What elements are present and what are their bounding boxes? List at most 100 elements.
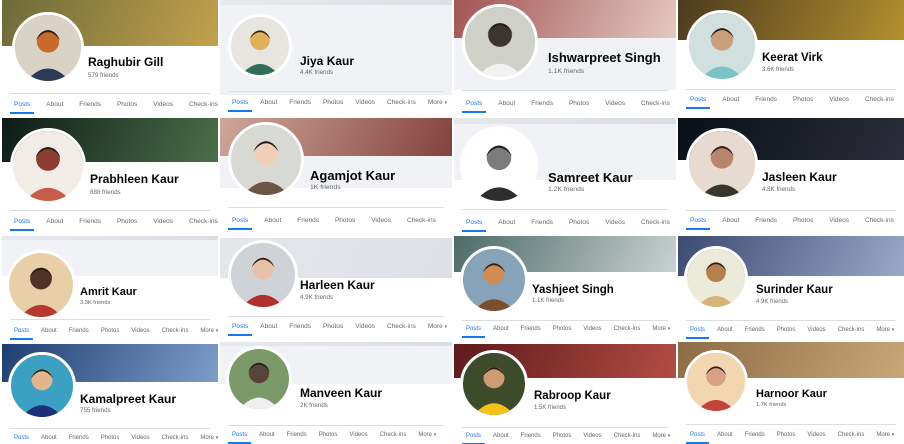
profile-avatar[interactable]	[684, 246, 748, 310]
tab-check-ins[interactable]: Check-ins	[162, 328, 189, 334]
friend-count[interactable]: 4.9K friends	[756, 299, 788, 305]
profile-name[interactable]: Samreet Kaur	[548, 170, 633, 185]
friend-count[interactable]: 1.1K friends	[548, 68, 584, 75]
profile-avatar[interactable]	[462, 4, 538, 80]
tab-about[interactable]: About	[46, 218, 63, 225]
tab-about[interactable]: About	[717, 432, 733, 438]
profile-name[interactable]: Manveen Kaur	[300, 386, 382, 400]
tab-friends[interactable]: Friends	[289, 99, 311, 106]
tab-friends[interactable]: Friends	[289, 323, 311, 330]
profile-avatar[interactable]	[460, 126, 538, 204]
tab-about[interactable]: About	[722, 96, 739, 103]
friend-count[interactable]: 4.9K friends	[300, 294, 333, 301]
profile-name[interactable]: Raghubir Gill	[88, 55, 163, 69]
tab-photos[interactable]: Photos	[569, 100, 589, 107]
profile-name[interactable]: Surinder Kaur	[756, 284, 833, 296]
friend-count[interactable]: 3.6K friends	[762, 67, 794, 73]
tab-photos[interactable]: Photos	[319, 432, 338, 438]
profile-name[interactable]: Keerat Virk	[762, 52, 823, 64]
friend-count[interactable]: 755 friends	[80, 407, 111, 414]
tab-videos[interactable]: Videos	[131, 328, 149, 334]
tab-more[interactable]: More ▾	[200, 328, 218, 334]
tab-more[interactable]: More ▾	[876, 432, 894, 438]
tab-check-ins[interactable]: Check-ins	[614, 326, 641, 332]
profile-avatar[interactable]	[10, 128, 86, 204]
tab-about[interactable]: About	[493, 433, 509, 439]
tab-photos[interactable]: Photos	[323, 99, 343, 106]
tab-videos[interactable]: Videos	[807, 327, 825, 333]
profile-name[interactable]: Kamalpreet Kaur	[80, 392, 176, 406]
tab-videos[interactable]: Videos	[829, 96, 849, 103]
tab-about[interactable]: About	[498, 100, 515, 107]
friend-count[interactable]: 4.8K friends	[762, 186, 795, 193]
tab-photos[interactable]: Photos	[117, 218, 137, 225]
tab-posts[interactable]: Posts	[9, 218, 35, 231]
tab-check-ins[interactable]: Check-ins	[838, 432, 865, 438]
profile-avatar[interactable]	[226, 346, 292, 412]
tab-check-ins[interactable]: Check-ins	[865, 96, 894, 103]
profile-name[interactable]: Harleen Kaur	[300, 278, 375, 292]
tab-about[interactable]: About	[498, 219, 515, 226]
tab-videos[interactable]: Videos	[829, 217, 849, 224]
tab-photos[interactable]: Photos	[553, 326, 572, 332]
tab-posts[interactable]: Posts	[227, 323, 253, 336]
tab-about[interactable]: About	[717, 327, 733, 333]
tab-posts[interactable]: Posts	[685, 217, 711, 230]
tab-videos[interactable]: Videos	[153, 218, 173, 225]
tab-check-ins[interactable]: Check-ins	[387, 99, 416, 106]
tab-about[interactable]: About	[46, 101, 63, 108]
tab-check-ins[interactable]: Check-ins	[380, 432, 407, 438]
profile-avatar[interactable]	[8, 352, 76, 420]
tab-about[interactable]: About	[41, 328, 57, 334]
tab-friends[interactable]: Friends	[69, 435, 89, 441]
tab-posts[interactable]: Posts	[14, 435, 29, 441]
tab-friends[interactable]: Friends	[287, 432, 307, 438]
tab-friends[interactable]: Friends	[531, 100, 553, 107]
profile-name[interactable]: Amrit Kaur	[80, 286, 137, 298]
tab-about[interactable]: About	[260, 99, 277, 106]
tab-about[interactable]: About	[41, 435, 57, 441]
tab-posts[interactable]: Posts	[685, 432, 710, 444]
profile-name[interactable]: Agamjot Kaur	[310, 168, 395, 183]
tab-videos[interactable]: Videos	[605, 100, 625, 107]
profile-avatar[interactable]	[6, 250, 76, 320]
profile-avatar[interactable]	[228, 14, 292, 78]
tab-check-ins[interactable]: Check-ins	[189, 101, 218, 108]
tab-photos[interactable]: Photos	[793, 217, 813, 224]
tab-videos[interactable]: Videos	[807, 432, 825, 438]
profile-avatar[interactable]	[228, 240, 298, 310]
tab-about[interactable]: About	[722, 217, 739, 224]
tab-posts[interactable]: Posts	[461, 433, 486, 444]
tab-friends[interactable]: Friends	[297, 217, 319, 224]
tab-photos[interactable]: Photos	[777, 432, 796, 438]
tab-check-ins[interactable]: Check-ins	[387, 323, 416, 330]
tab-friends[interactable]: Friends	[79, 218, 101, 225]
profile-name[interactable]: Jiya Kaur	[300, 54, 354, 68]
tab-about[interactable]: About	[493, 326, 509, 332]
friend-count[interactable]: 1.5K friends	[534, 405, 566, 411]
tab-more[interactable]: More ▾	[652, 326, 670, 332]
tab-photos[interactable]: Photos	[101, 328, 120, 334]
friend-count[interactable]: 1.7K friends	[756, 402, 786, 408]
tab-posts[interactable]: Posts	[461, 219, 487, 232]
tab-photos[interactable]: Photos	[777, 327, 796, 333]
tab-more[interactable]: More ▾	[428, 99, 447, 106]
friend-count[interactable]: 1.2K friends	[548, 186, 584, 193]
tab-more[interactable]: More ▾	[876, 327, 894, 333]
tab-posts[interactable]: Posts	[685, 96, 711, 109]
tab-photos[interactable]: Photos	[117, 101, 137, 108]
tab-photos[interactable]: Photos	[323, 323, 343, 330]
tab-friends[interactable]: Friends	[521, 326, 541, 332]
tab-videos[interactable]: Videos	[583, 326, 601, 332]
friend-count[interactable]: 579 friends	[88, 72, 119, 79]
tab-photos[interactable]: Photos	[569, 219, 589, 226]
tab-posts[interactable]: Posts	[9, 328, 34, 340]
friend-count[interactable]: 1.1K friends	[532, 298, 564, 304]
tab-posts[interactable]: Posts	[685, 327, 710, 339]
tab-posts[interactable]: Posts	[227, 217, 253, 230]
tab-videos[interactable]: Videos	[355, 99, 375, 106]
profile-name[interactable]: Ishwarpreet Singh	[548, 50, 661, 65]
tab-friends[interactable]: Friends	[745, 432, 765, 438]
profile-name[interactable]: Yashjeet Singh	[532, 284, 614, 296]
tab-videos[interactable]: Videos	[583, 433, 601, 439]
